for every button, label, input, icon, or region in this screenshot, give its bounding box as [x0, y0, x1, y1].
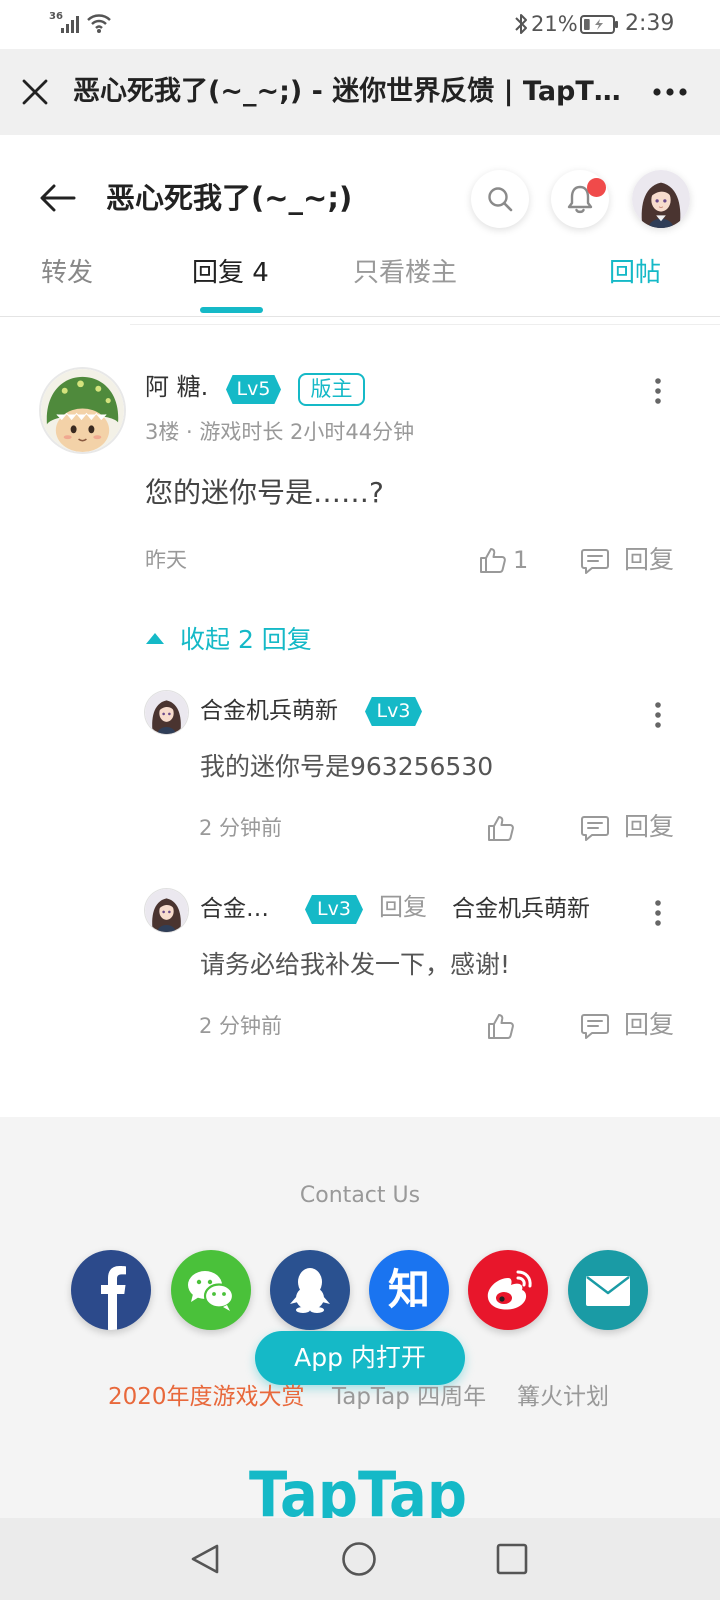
- reply-post-button[interactable]: 回帖: [609, 255, 661, 291]
- back-arrow-icon[interactable]: [40, 184, 76, 212]
- comment-time: 昨天: [145, 548, 187, 572]
- taptap-logo-text: TapTap: [249, 1462, 467, 1522]
- level-badge: Lv5: [226, 375, 281, 404]
- reply-content: 我的迷你号是963256530: [200, 752, 494, 781]
- tab-op-only[interactable]: 只看楼主: [353, 255, 457, 291]
- facebook-button[interactable]: [71, 1250, 151, 1330]
- dino-avatar-image: [41, 369, 124, 452]
- active-tab-indicator: [200, 307, 263, 313]
- user-avatar-image: [632, 170, 690, 228]
- like-count: 1: [513, 546, 529, 574]
- collapse-replies-button[interactable]: 收起 2 回复: [180, 624, 312, 656]
- triangle-up-icon[interactable]: [145, 632, 165, 645]
- reply-avatar-image: [145, 889, 188, 932]
- email-button[interactable]: [568, 1250, 648, 1330]
- level-badge: Lv3: [365, 697, 422, 726]
- battery-icon: [580, 15, 618, 34]
- search-button[interactable]: [471, 170, 529, 228]
- notification-dot: [587, 178, 606, 197]
- section-divider: [130, 324, 720, 325]
- tab-replies[interactable]: 回复 4: [192, 255, 269, 291]
- nav-back-icon[interactable]: [188, 1543, 222, 1575]
- wechat-button[interactable]: [171, 1250, 251, 1330]
- clock: 2:39: [625, 11, 675, 36]
- comment-author[interactable]: 阿 糖.: [145, 372, 208, 402]
- footer-link-anniversary[interactable]: TapTap 四周年: [332, 1382, 486, 1412]
- comment-meta: 3楼 · 游戏时长 2小时44分钟: [145, 420, 415, 444]
- comment-reply-icon[interactable]: [580, 813, 610, 843]
- comment-content: 您的迷你号是……?: [145, 476, 384, 509]
- reply-to-user[interactable]: 合金机兵萌新: [452, 894, 590, 924]
- reply-more-icon[interactable]: [654, 899, 662, 927]
- reply-avatar[interactable]: [145, 691, 188, 734]
- contact-us-label: Contact Us: [299, 1183, 421, 1208]
- reply-content: 请务必给我补发一下，感谢!: [200, 950, 511, 979]
- weibo-icon: [487, 1270, 532, 1310]
- battery-fill: [584, 19, 590, 30]
- battery-percent: 21%: [531, 12, 578, 36]
- qq-button[interactable]: [270, 1250, 350, 1330]
- tab-repost[interactable]: 转发: [41, 255, 93, 291]
- weibo-button[interactable]: [468, 1250, 548, 1330]
- comment-more-icon[interactable]: [654, 377, 662, 405]
- reply-to-label: 回复: [379, 893, 427, 921]
- nav-home-icon[interactable]: [341, 1541, 377, 1577]
- reply-time: 2 分钟前: [199, 1014, 283, 1038]
- reply-time: 2 分钟前: [199, 816, 283, 840]
- reply-author[interactable]: 合金机兵萌新: [200, 696, 338, 726]
- zhihu-icon: 知: [387, 1265, 430, 1314]
- comment-reply-button[interactable]: 回复: [624, 545, 674, 575]
- qq-icon: [290, 1268, 330, 1313]
- search-icon: [488, 187, 513, 212]
- status-bar: 36 21% 2:39: [0, 0, 720, 49]
- comment-reply-icon[interactable]: [580, 546, 610, 576]
- email-icon: [586, 1276, 630, 1306]
- moderator-badge: 版主: [298, 373, 365, 406]
- system-nav-bar: [0, 1518, 720, 1600]
- close-icon[interactable]: [22, 79, 48, 105]
- user-avatar[interactable]: [632, 170, 690, 228]
- page-title: 恶心死我了(~_~;): [106, 181, 353, 215]
- open-in-app-button[interactable]: App 内打开: [255, 1331, 465, 1385]
- reply-avatar[interactable]: [145, 889, 188, 932]
- reply-author[interactable]: 合金…: [200, 894, 269, 924]
- level-badge: Lv3: [305, 895, 363, 924]
- reply-button[interactable]: 回复: [624, 812, 674, 842]
- wifi-icon: [87, 14, 111, 33]
- webview-toolbar: 恶心死我了(~_~;) - 迷你世界反馈 | TapT…: [0, 49, 720, 135]
- like-icon[interactable]: [486, 1011, 516, 1041]
- reply-button[interactable]: 回复: [624, 1010, 674, 1040]
- wechat-icon: [188, 1271, 235, 1311]
- reply-avatar-image: [145, 691, 188, 734]
- more-icon[interactable]: [652, 87, 688, 97]
- nav-recents-icon[interactable]: [495, 1542, 529, 1576]
- bluetooth-icon: [515, 14, 527, 34]
- footer-link-bonfire[interactable]: 篝火计划: [517, 1382, 609, 1412]
- taptap-logo: TapTap: [249, 1462, 467, 1522]
- reply-more-icon[interactable]: [654, 701, 662, 729]
- tabs-divider: [0, 316, 720, 317]
- comment-reply-icon[interactable]: [580, 1011, 610, 1041]
- footer-link-awards[interactable]: 2020年度游戏大赏: [108, 1382, 305, 1412]
- comment-avatar[interactable]: [41, 369, 124, 452]
- zhihu-button[interactable]: 知: [369, 1250, 449, 1330]
- like-icon[interactable]: [486, 813, 516, 843]
- facebook-icon: [101, 1266, 126, 1330]
- webview-title: 恶心死我了(~_~;) - 迷你世界反馈 | TapT…: [73, 76, 621, 107]
- signal-icon: [61, 16, 79, 33]
- like-icon[interactable]: [478, 545, 508, 575]
